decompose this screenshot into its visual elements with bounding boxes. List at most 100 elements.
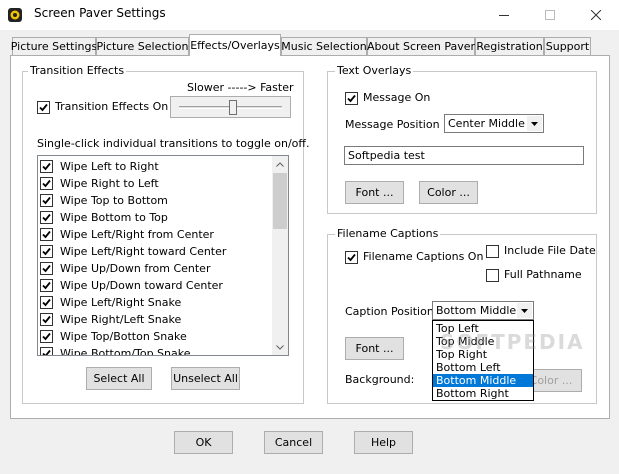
- transition-checkbox[interactable]: [40, 194, 53, 207]
- transition-checkbox[interactable]: [40, 313, 53, 326]
- transition-label: Wipe Right/Left Snake: [60, 313, 182, 326]
- message-position-value: Center Middle: [448, 117, 525, 130]
- close-icon: [591, 10, 601, 20]
- dropdown-option[interactable]: Bottom Left: [433, 361, 533, 374]
- tab-support[interactable]: Support: [544, 37, 591, 55]
- dropdown-button[interactable]: [527, 116, 542, 131]
- transition-checkbox[interactable]: [40, 228, 53, 241]
- checkmark-icon: [42, 247, 51, 256]
- checkmark-icon: [42, 315, 51, 324]
- transition-hint: Single-click individual transitions to t…: [37, 137, 310, 150]
- transition-effects-checkbox[interactable]: [37, 101, 50, 114]
- transition-speed-slider[interactable]: [170, 96, 291, 118]
- list-item[interactable]: Wipe Bottom/Top Snake: [40, 345, 191, 355]
- transition-checkbox[interactable]: [40, 245, 53, 258]
- checkmark-icon: [39, 103, 48, 112]
- list-item[interactable]: Wipe Up/Down from Center: [40, 260, 210, 277]
- tab-picture-settings[interactable]: Picture Settings: [11, 37, 97, 55]
- caption-font-button[interactable]: Font ...: [345, 337, 404, 360]
- checkmark-icon: [42, 179, 51, 188]
- message-on-checkbox[interactable]: [345, 92, 358, 105]
- filename-captions-on-label: Filename Captions On: [363, 250, 484, 263]
- transition-label: Wipe Top to Bottom: [60, 194, 168, 207]
- scroll-up-button[interactable]: [272, 156, 288, 172]
- overlay-color-button[interactable]: Color ...: [419, 181, 478, 204]
- transition-label: Wipe Left/Right from Center: [60, 228, 214, 241]
- cancel-button[interactable]: Cancel: [264, 431, 323, 454]
- list-item[interactable]: Wipe Bottom to Top: [40, 209, 168, 226]
- checkmark-icon: [42, 162, 51, 171]
- chevron-up-icon: [276, 161, 284, 167]
- transition-checkbox[interactable]: [40, 177, 53, 190]
- select-all-button[interactable]: Select All: [86, 367, 152, 390]
- close-button[interactable]: [573, 0, 619, 30]
- transition-list-scrollbar[interactable]: [272, 156, 288, 355]
- checkmark-icon: [42, 230, 51, 239]
- tab-effects-overlays[interactable]: Effects/Overlays: [189, 34, 281, 56]
- caption-position-select[interactable]: Bottom Middle: [432, 301, 534, 320]
- checkmark-icon: [42, 281, 51, 290]
- transition-label: Wipe Up/Down from Center: [60, 262, 211, 275]
- list-item[interactable]: Wipe Top to Bottom: [40, 192, 168, 209]
- app-icon: [7, 7, 23, 23]
- checkmark-icon: [42, 349, 51, 355]
- transition-checkbox[interactable]: [40, 160, 53, 173]
- filename-captions-label: Filename Captions: [335, 227, 441, 240]
- caption-position-value: Bottom Middle: [436, 304, 517, 317]
- list-item[interactable]: Wipe Left/Right Snake: [40, 294, 181, 311]
- background-label: Background:: [345, 373, 415, 386]
- list-item[interactable]: Wipe Up/Down toward Center: [40, 277, 223, 294]
- help-button[interactable]: Help: [354, 431, 413, 454]
- transition-label: Wipe Left/Right Snake: [60, 296, 182, 309]
- overlay-font-button[interactable]: Font ...: [345, 181, 404, 204]
- maximize-button[interactable]: [527, 0, 573, 30]
- tab-picture-selection[interactable]: Picture Selection: [96, 37, 189, 55]
- filename-captions-checkbox[interactable]: [345, 251, 358, 264]
- dropdown-option[interactable]: Bottom Middle: [433, 374, 533, 387]
- transition-list[interactable]: Wipe Left to Right Wipe Right to Left Wipe…: [37, 155, 289, 356]
- checkmark-icon: [42, 264, 51, 273]
- message-on-label: Message On: [363, 91, 431, 104]
- transition-label: Wipe Top/Botton Snake: [60, 330, 187, 343]
- scroll-down-button[interactable]: [272, 339, 288, 355]
- chevron-down-icon: [276, 344, 284, 350]
- include-file-date-checkbox[interactable]: [486, 245, 499, 258]
- full-pathname-checkbox[interactable]: [486, 269, 499, 282]
- scrollbar-thumb[interactable]: [273, 173, 287, 229]
- unselect-all-button[interactable]: Unselect All: [171, 367, 240, 390]
- transition-checkbox[interactable]: [40, 279, 53, 292]
- speed-scale-label: Slower -----> Faster: [187, 81, 294, 94]
- transition-label: Wipe Left/Right toward Center: [60, 245, 227, 258]
- transition-checkbox[interactable]: [40, 296, 53, 309]
- transition-label: Wipe Left to Right: [60, 160, 159, 173]
- transition-effects-label: Transition Effects: [28, 64, 127, 77]
- transition-label: Wipe Up/Down toward Center: [60, 279, 223, 292]
- include-file-date-label: Include File Date: [504, 244, 596, 257]
- list-item[interactable]: Wipe Right to Left: [40, 175, 159, 192]
- list-item[interactable]: Wipe Right/Left Snake: [40, 311, 181, 328]
- transition-checkbox[interactable]: [40, 211, 53, 224]
- tab-registration[interactable]: Registration: [475, 37, 544, 55]
- list-item[interactable]: Wipe Left/Right from Center: [40, 226, 214, 243]
- minimize-button[interactable]: [481, 0, 527, 30]
- checkmark-icon: [42, 298, 51, 307]
- message-position-select[interactable]: Center Middle: [444, 114, 544, 133]
- transition-checkbox[interactable]: [40, 347, 53, 355]
- checkmark-icon: [347, 94, 356, 103]
- transition-effects-on-label: Transition Effects On: [55, 100, 169, 113]
- slider-thumb[interactable]: [229, 100, 237, 115]
- list-item[interactable]: Wipe Left/Right toward Center: [40, 243, 226, 260]
- list-item[interactable]: Wipe Left to Right: [40, 158, 159, 175]
- transition-checkbox[interactable]: [40, 330, 53, 343]
- text-overlays-label: Text Overlays: [335, 64, 414, 77]
- transition-checkbox[interactable]: [40, 262, 53, 275]
- ok-button[interactable]: OK: [174, 431, 233, 454]
- list-item[interactable]: Wipe Top/Botton Snake: [40, 328, 187, 345]
- dropdown-option[interactable]: Bottom Right: [433, 387, 533, 400]
- tab-music-selection[interactable]: Music Selection: [281, 37, 367, 55]
- chevron-down-icon: [531, 121, 538, 126]
- tab-about-screen-paver[interactable]: About Screen Paver: [367, 37, 475, 55]
- caption-position-label: Caption Position: [345, 305, 434, 318]
- dropdown-button[interactable]: [517, 303, 532, 318]
- message-text-input[interactable]: Softpedia test: [344, 146, 584, 165]
